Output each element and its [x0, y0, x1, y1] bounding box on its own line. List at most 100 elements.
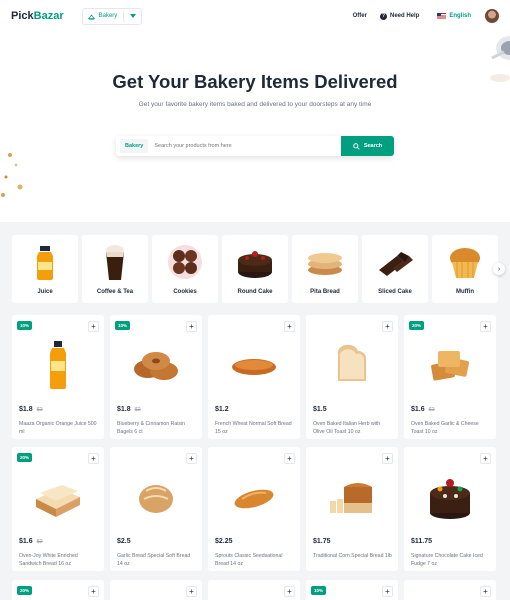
product-image [420, 337, 480, 393]
product-price: $1.2 [215, 406, 229, 413]
top-header: PickBazar Bakery Offer ? Need Help Englis… [0, 0, 510, 32]
add-to-cart-button[interactable]: + [186, 586, 197, 597]
category-label: Pita Bread [310, 289, 340, 295]
category-card-pita-bread[interactable]: Pita Bread [292, 235, 358, 303]
product-image [28, 469, 88, 525]
product-price: $1.8 $2 [117, 406, 141, 413]
logo-main-text: Pick [11, 10, 34, 22]
add-to-cart-button[interactable]: + [382, 586, 393, 597]
language-label: English [449, 13, 471, 19]
search-button[interactable]: Search [341, 136, 394, 156]
product-card[interactable]: 20% + $1.6 $2 Oven-Joy White Enriched San… [12, 447, 104, 571]
add-to-cart-button[interactable]: + [88, 586, 99, 597]
us-flag-icon [437, 13, 447, 19]
discount-badge: 20% [17, 586, 33, 595]
add-to-cart-button[interactable]: + [284, 321, 295, 332]
category-card-juice[interactable]: Juice [12, 235, 78, 303]
product-card[interactable]: 20% + $1.6 $2 Oven Baked Garlic & Cheese … [404, 315, 496, 439]
current-price: $2.25 [215, 538, 233, 545]
add-to-cart-button[interactable]: + [480, 586, 491, 597]
product-price: $11.75 [411, 538, 432, 545]
add-to-cart-button[interactable]: + [480, 453, 491, 464]
current-price: $1.6 [19, 538, 33, 545]
product-card[interactable]: 10% + $1.8 $2 Blueberry & Cinnamon Raisin… [110, 315, 202, 439]
logo-accent-text: Bazar [33, 10, 64, 22]
hero-banner: Get Your Bakery Items Delivered Get your… [0, 32, 510, 222]
product-card[interactable]: + [208, 580, 300, 600]
chevron-down-icon [130, 13, 137, 18]
product-card[interactable]: + $11.75 Signature Chocolate Cake Iced F… [404, 447, 496, 571]
add-to-cart-button[interactable]: + [88, 453, 99, 464]
logo[interactable]: PickBazar [11, 10, 64, 22]
product-card[interactable]: 20% + [12, 580, 104, 600]
help-icon: ? [379, 12, 387, 20]
muffin-icon [445, 242, 485, 282]
category-card-sliced-cake[interactable]: Sliced Cake [362, 235, 428, 303]
product-image [126, 469, 186, 525]
discount-badge: 10% [17, 321, 33, 330]
category-selector[interactable]: Bakery [81, 7, 143, 25]
add-to-cart-button[interactable]: + [284, 586, 295, 597]
product-name: French Wheat Normal Soft Bread 15 oz [215, 421, 292, 435]
product-card[interactable]: 10% + [306, 580, 398, 600]
product-card[interactable]: + [110, 580, 202, 600]
offer-link[interactable]: Offer [353, 13, 367, 19]
product-name: Traditional Corn Special Bread 1lb [313, 553, 392, 559]
add-to-cart-button[interactable]: + [284, 453, 295, 464]
product-card[interactable]: + $1.2 French Wheat Normal Soft Bread 15… [208, 315, 300, 439]
add-to-cart-button[interactable]: + [88, 321, 99, 332]
product-card[interactable]: + $2.5 Garlic Bread Special Soft Bread 1… [110, 447, 202, 571]
category-label: Muffin [456, 289, 474, 295]
category-label: Sliced Cake [378, 289, 412, 295]
product-price: $2.5 [117, 538, 131, 545]
category-selector-label: Bakery [98, 13, 118, 19]
avatar[interactable] [485, 9, 499, 23]
hero-title: Get Your Bakery Items Delivered [112, 71, 398, 92]
product-card[interactable]: 10% + $1.8 $2 Maaza Organic Orange Juice … [12, 315, 104, 439]
add-to-cart-button[interactable]: + [480, 321, 491, 332]
category-card-cookies[interactable]: Cookies [152, 235, 218, 303]
add-to-cart-button[interactable]: + [186, 321, 197, 332]
product-card[interactable]: + $1.5 Oven Baked Italian Herb with Oliv… [306, 315, 398, 439]
discount-badge: 10% [115, 321, 131, 330]
product-price: $1.6 $2 [411, 406, 435, 413]
product-price: $1.8 $2 [19, 406, 43, 413]
old-price: $2 [36, 539, 43, 545]
product-card[interactable]: + $2.25 Sprouts Classic Seedsational Bre… [208, 447, 300, 571]
product-name: Oven-Joy White Enriched Sandwich Bread 1… [19, 553, 78, 567]
cookies-icon [165, 242, 205, 282]
category-card-muffin[interactable]: Muffin [432, 235, 498, 303]
add-to-cart-button[interactable]: + [186, 453, 197, 464]
product-image [224, 469, 284, 525]
search-category-tag[interactable]: Bakery [120, 139, 149, 153]
old-price: $2 [36, 407, 43, 413]
round-cake-icon [235, 242, 275, 282]
category-carousel: Juice Coffee & Tea Cookies Round Cake Pi… [12, 235, 502, 303]
product-name: Oven Baked Italian Herb with Olive Oil T… [313, 421, 381, 435]
search-button-label: Search [363, 143, 383, 149]
discount-badge: 20% [17, 453, 33, 462]
product-image [224, 337, 284, 393]
category-label: Round Cake [237, 289, 273, 295]
product-name: Maaza Organic Orange Juice 500 ml [19, 421, 97, 435]
product-card[interactable]: + $1.75 Traditional Corn Special Bread 1… [306, 447, 398, 571]
bakery-icon [87, 14, 95, 20]
coffee-icon [95, 242, 135, 282]
current-price: $1.6 [411, 406, 425, 413]
hero-subtitle: Get your favorite bakery items baked and… [138, 101, 372, 108]
category-label: Coffee & Tea [96, 289, 134, 295]
search-input[interactable] [148, 143, 341, 149]
current-price: $1.75 [313, 538, 331, 545]
add-to-cart-button[interactable]: + [382, 321, 393, 332]
product-card[interactable]: + [404, 580, 496, 600]
current-price: $1.2 [215, 406, 229, 413]
language-selector[interactable]: English [437, 13, 471, 19]
carousel-next-button[interactable]: › [493, 263, 505, 275]
add-to-cart-button[interactable]: + [382, 453, 393, 464]
need-help-link[interactable]: ? Need Help [379, 12, 419, 20]
search-bar: Bakery Search [116, 136, 394, 156]
category-card-coffee-tea[interactable]: Coffee & Tea [82, 235, 148, 303]
category-card-round-cake[interactable]: Round Cake [222, 235, 288, 303]
category-label: Juice [37, 289, 53, 295]
old-price: $2 [134, 407, 141, 413]
